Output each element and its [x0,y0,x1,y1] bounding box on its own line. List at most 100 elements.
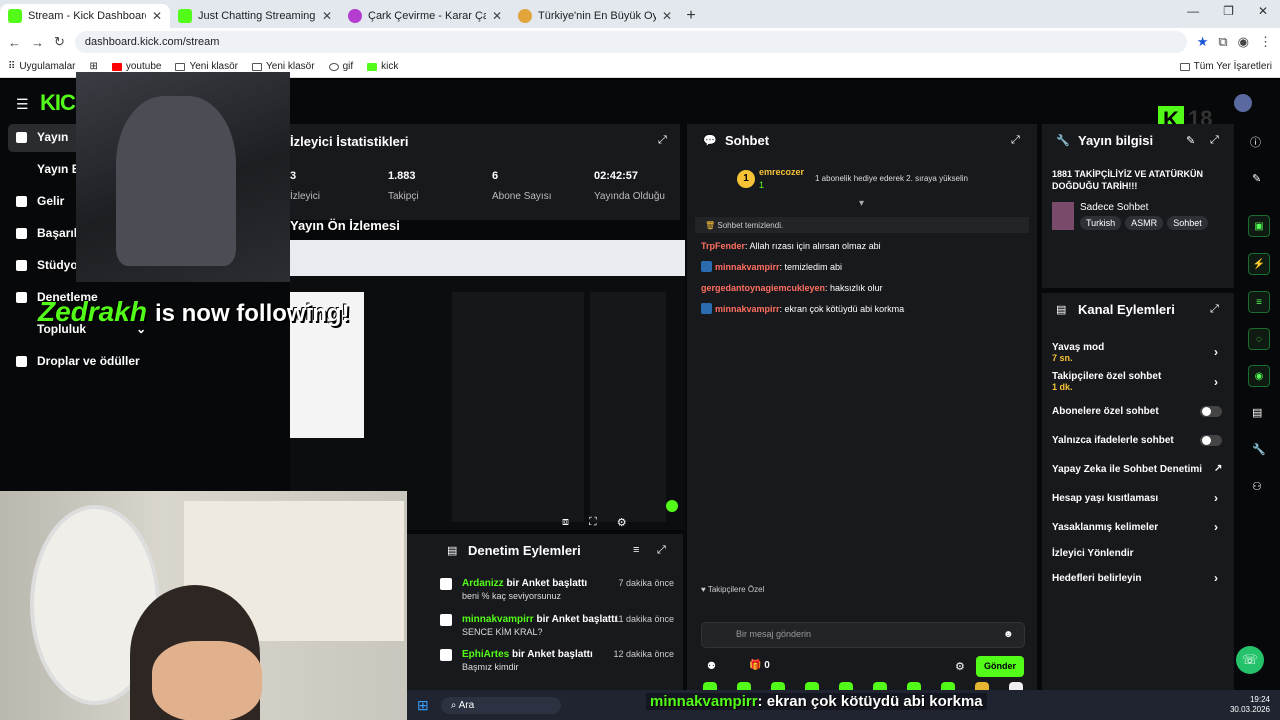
grid-icon: ⊞ [89,61,98,72]
maximize-icon[interactable]: ❐ [1223,4,1234,18]
action-followers-only[interactable]: Takipçilere özel sohbet 1 dk. [1052,371,1161,392]
rail-lightning-button[interactable]: ⚡ [1248,253,1270,275]
chevron-right-icon[interactable]: › [1214,491,1218,505]
all-bookmarks[interactable]: Tüm Yer İşaretleri [1179,61,1272,72]
back-icon[interactable]: ← [8,35,21,50]
support-button[interactable]: ☏ [1236,646,1264,674]
preview-layout-icon[interactable]: ⧈ [562,516,569,529]
action-subscribers-only[interactable]: Abonelere özel sohbet [1052,406,1159,417]
sidebar-item-droplar[interactable]: Droplar ve ödüller [16,354,140,368]
popout-icon[interactable]: ⤢ [1210,134,1219,147]
menu-icon[interactable]: ⋮ [1259,34,1272,50]
emotes-only-toggle[interactable] [1200,435,1222,446]
action-slow-mode[interactable]: Yavaş mod 7 sn. [1052,342,1104,363]
action-banned-words[interactable]: Yasaklanmış kelimeler [1052,522,1158,533]
tag-chip[interactable]: ASMR [1125,216,1164,230]
subscribers-only-toggle[interactable] [1200,406,1222,417]
info-icon[interactable]: ⓘ [1250,134,1261,150]
sidebar-item-yayin[interactable]: Yayın [16,130,68,144]
browser-tab-3[interactable]: Çark Çevirme - Karar Çarkı ✕ [340,4,510,28]
chat-username[interactable]: minnakvampirr [715,304,780,314]
close-tab-icon[interactable]: ✕ [662,9,672,23]
browser-tab-2[interactable]: Just Chatting Streaming - Live ✕ [170,4,340,28]
browser-tab-1[interactable]: Stream - Kick Dashboard ✕ [0,4,170,28]
sidebar-item-basarilar[interactable]: Başarıla [16,226,84,240]
emoji-icon[interactable]: ☻ [1003,629,1014,640]
filter-icon[interactable]: ≡ [633,544,639,556]
tag-chip[interactable]: Turkish [1080,216,1122,230]
chat-username[interactable]: minnakvampirr [715,262,780,272]
rail-broadcast-button[interactable]: ◉ [1248,365,1270,387]
hamburger-menu-icon[interactable]: ☰ [16,96,29,113]
chevron-right-icon[interactable]: › [1214,375,1218,389]
bookmark-folder-1[interactable]: Yeni klasör [175,61,238,72]
forward-icon[interactable]: → [31,35,44,50]
sidebar-item-studyo[interactable]: Stüdyo [16,258,78,272]
taskbar-clock[interactable]: 19:24 30.03.2026 [1230,695,1270,715]
chat-identity-icon[interactable]: ⚉ [707,661,716,672]
chevron-right-icon[interactable]: › [1214,345,1218,359]
user-avatar[interactable] [1234,94,1252,112]
rail-list-button[interactable]: ≡ [1248,291,1270,313]
popout-icon[interactable]: ⤢ [658,134,667,147]
bookmark-youtube[interactable]: youtube [111,61,161,72]
reload-icon[interactable]: ↻ [54,34,65,50]
tab-title: Çark Çevirme - Karar Çarkı [368,10,486,22]
url-field[interactable]: dashboard.kick.com/stream [74,31,1187,53]
new-tab-button[interactable]: + [680,4,702,28]
taskbar-search[interactable]: ⌕ Ara [440,696,561,714]
mod-actions-title: Denetim Eylemleri [468,543,581,558]
star-icon[interactable]: ★ [1197,34,1209,50]
close-tab-icon[interactable]: ✕ [322,9,332,23]
chat-settings-icon[interactable]: ⚙ [955,660,965,673]
chat-username[interactable]: gergedantoynagiemcukleyen [701,283,825,293]
extensions-icon[interactable]: ⧉ [1218,34,1227,50]
profile-icon[interactable]: ◉ [1238,34,1249,50]
pinned-username[interactable]: emrecozer [759,167,804,177]
bookmark-folder-2[interactable]: Yeni klasör [252,61,315,72]
popout-icon[interactable]: ⤢ [1210,303,1219,316]
close-tab-icon[interactable]: ✕ [492,9,502,23]
external-link-icon[interactable]: ↗ [1214,463,1222,474]
rail-camera-button[interactable]: ▣ [1248,215,1270,237]
chevron-right-icon[interactable]: › [1214,571,1218,585]
bookmark-grid[interactable]: ⊞ [89,61,97,72]
close-tab-icon[interactable]: ✕ [152,9,162,23]
tag-chip[interactable]: Sohbet [1167,216,1208,230]
kick-favicon-icon [8,9,22,23]
chat-username[interactable]: TrpFender [701,241,745,251]
edit-icon[interactable]: ✎ [1186,134,1195,147]
poll-icon [440,649,452,661]
minimize-icon[interactable]: — [1187,4,1199,18]
bookmark-gif[interactable]: gif [328,61,353,72]
mod-action-user[interactable]: EphiArtes [462,649,509,660]
preview-fullscreen-icon[interactable]: ⛶ [589,516,597,529]
pencil-icon[interactable]: ✎ [1252,172,1261,185]
close-window-icon[interactable]: ✕ [1258,4,1268,18]
browser-tab-4[interactable]: Türkiye'nin En Büyük Oyuncu D ✕ [510,4,680,28]
action-ai-moderation[interactable]: Yapay Zeka ile Sohbet Denetimi [1052,464,1202,475]
popout-icon[interactable]: ⤢ [657,544,666,557]
action-emotes-only[interactable]: Yalnızca ifadelerle sohbet [1052,435,1174,446]
action-raid[interactable]: İzleyici Yönlendir [1052,548,1134,559]
bookmark-apps[interactable]: ⠿ Uygulamalar [8,61,75,72]
mod-action-user[interactable]: minnakvampirr [462,614,534,625]
rail-chat-button[interactable]: ◌ [1248,328,1270,350]
mod-action-user[interactable]: Ardanizz [462,578,504,589]
collapse-pinned-icon[interactable]: ▾ [859,198,864,209]
action-goals[interactable]: Hedefleri belirleyin [1052,573,1141,584]
chevron-right-icon[interactable]: › [1214,520,1218,534]
preview-settings-icon[interactable]: ⚙ [617,516,627,529]
community-icon[interactable]: ⚇ [1252,480,1262,493]
send-button[interactable]: Gönder [976,656,1024,677]
wrench-icon[interactable]: 🔧 [1252,443,1266,456]
sidebar-item-gelir[interactable]: Gelir [16,194,64,208]
stat-value: 3 [290,170,297,182]
bookmark-kick[interactable]: kick [367,61,398,72]
action-account-age[interactable]: Hesap yaşı kısıtlaması [1052,493,1158,504]
windows-start-icon[interactable]: ⊞ [417,697,429,714]
mod-action-header: EphiArtes bir Anket başlattı [462,649,593,660]
chat-input[interactable]: Bir mesaj gönderin [701,622,1025,648]
popout-icon[interactable]: ⤢ [1011,134,1020,147]
panel-icon[interactable]: ▤ [1252,406,1262,419]
